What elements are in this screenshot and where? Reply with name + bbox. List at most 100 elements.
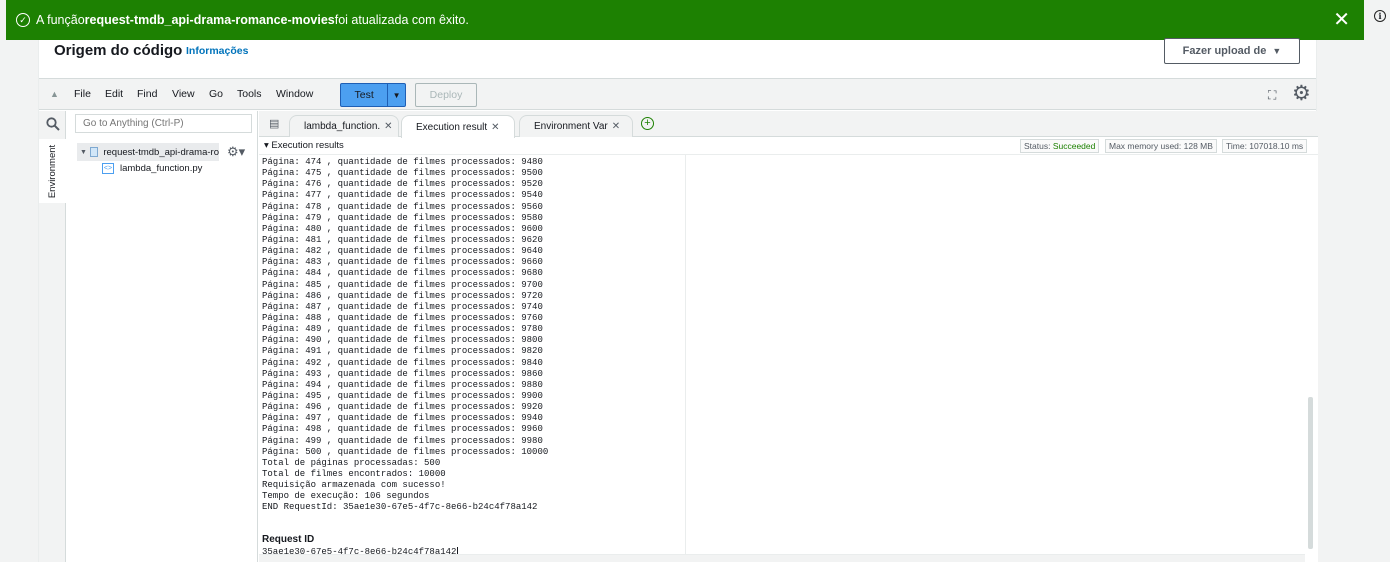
deploy-button[interactable]: Deploy: [415, 83, 477, 107]
log-line: Página: 494 , quantidade de filmes proce…: [262, 379, 543, 390]
log-line: Página: 477 , quantidade de filmes proce…: [262, 190, 543, 201]
log-line: Página: 489 , quantidade de filmes proce…: [262, 324, 543, 335]
code-source-panel: Origem do código Informações Fazer uploa…: [38, 38, 1318, 562]
time-badge: Time: 107018.10 ms: [1222, 139, 1308, 153]
log-line: Página: 483 , quantidade de filmes proce…: [262, 257, 543, 268]
log-line: Página: 488 , quantidade de filmes proce…: [262, 312, 543, 323]
execution-results-toggle[interactable]: ▾ Execution results: [264, 140, 344, 151]
flash-function-name: request-tmdb_api-drama-romance-movies: [84, 13, 335, 27]
folder-name: request-tmdb_api-drama-ro: [103, 146, 219, 158]
request-id-label: Request ID: [262, 534, 315, 545]
go-to-anything-input[interactable]: [75, 114, 252, 133]
horizontal-scrollbar[interactable]: [259, 554, 1305, 562]
log-line: Página: 495 , quantidade de filmes proce…: [262, 390, 543, 401]
fullscreen-icon[interactable]: ⛶: [1268, 88, 1276, 103]
log-line: Total de páginas processadas: 500: [262, 457, 441, 468]
check-circle-icon: ✓: [16, 13, 30, 27]
log-line: Página: 480 , quantidade de filmes proce…: [262, 223, 543, 234]
execution-log-output: Página: 474 , quantidade de filmes proce…: [262, 157, 1302, 512]
log-line: Página: 475 , quantidade de filmes proce…: [262, 168, 543, 179]
close-icon[interactable]: ✕: [1333, 10, 1350, 30]
log-line: Página: 492 , quantidade de filmes proce…: [262, 357, 543, 368]
code-source-header: Origem do código Informações Fazer uploa…: [39, 38, 1316, 78]
editor-area: ▤ lambda_function. ✕ Execution result ✕ En…: [259, 111, 1318, 562]
tab-execution-result[interactable]: Execution result ✕: [401, 115, 515, 138]
log-line: Página: 482 , quantidade de filmes proce…: [262, 246, 543, 257]
menu-tools[interactable]: Tools: [237, 88, 262, 100]
log-line: Página: 486 , quantidade de filmes proce…: [262, 290, 543, 301]
log-line: Página: 491 , quantidade de filmes proce…: [262, 346, 543, 357]
status-label: Status:: [1024, 141, 1053, 151]
search-icon[interactable]: [39, 111, 66, 137]
collapse-triangle-icon[interactable]: ▲: [50, 89, 59, 99]
log-line: Página: 493 , quantidade de filmes proce…: [262, 368, 543, 379]
execution-results-header: ▾ Execution results Status: Succeeded Ma…: [259, 137, 1318, 155]
menu-window[interactable]: Window: [276, 88, 313, 100]
flash-prefix: A função: [36, 13, 85, 27]
log-line: Página: 496 , quantidade de filmes proce…: [262, 402, 543, 413]
log-line: Página: 499 , quantidade de filmes proce…: [262, 435, 543, 446]
status-value: Succeeded: [1052, 141, 1096, 151]
info-icon[interactable]: i: [1374, 10, 1386, 22]
tab-label: lambda_function.: [304, 121, 381, 132]
scrollbar-thumb[interactable]: [1308, 397, 1313, 549]
test-dropdown-icon[interactable]: ▼: [387, 84, 405, 106]
execution-results-label: Execution results: [271, 140, 344, 151]
gear-icon[interactable]: ⚙: [1292, 83, 1311, 105]
tab-environment-variables[interactable]: Environment Var ✕: [519, 115, 633, 137]
log-line: Página: 484 , quantidade de filmes proce…: [262, 268, 543, 279]
caret-down-icon: ▼: [1272, 46, 1282, 56]
close-tab-icon[interactable]: ✕: [491, 122, 499, 133]
tab-list-icon[interactable]: ▤: [269, 117, 279, 130]
status-badge: Status: Succeeded: [1020, 139, 1100, 153]
log-line: Tempo de execução: 106 segundos: [262, 491, 430, 502]
log-line: Página: 479 , quantidade de filmes proce…: [262, 212, 543, 223]
tab-lambda-function[interactable]: lambda_function. ✕: [289, 115, 399, 137]
log-line: Página: 497 , quantidade de filmes proce…: [262, 413, 543, 424]
file-tree: ▼ request-tmdb_api-drama-ro ⚙▾ <> lambda…: [67, 111, 258, 562]
upload-button-label: Fazer upload de: [1182, 45, 1267, 57]
ide-menu-bar: ▲ File Edit Find View Go Tools Window Te…: [39, 78, 1316, 110]
test-button[interactable]: Test ▼: [340, 83, 406, 107]
menu-find[interactable]: Find: [137, 88, 157, 100]
editor-tab-bar: ▤ lambda_function. ✕ Execution result ✕ En…: [259, 111, 1318, 138]
close-tab-icon[interactable]: ✕: [612, 121, 620, 132]
expand-arrow-icon[interactable]: ▼: [80, 149, 87, 156]
menu-go[interactable]: Go: [209, 88, 223, 100]
log-line: Página: 476 , quantidade de filmes proce…: [262, 179, 543, 190]
log-line: Página: 500 , quantidade de filmes proce…: [262, 446, 549, 457]
environment-tab-label: Environment: [47, 144, 58, 198]
environment-strip: Environment: [39, 111, 66, 562]
python-file-icon: <>: [102, 163, 114, 174]
test-button-label: Test: [354, 89, 374, 101]
log-line: Página: 498 , quantidade de filmes proce…: [262, 424, 543, 435]
log-line: Página: 490 , quantidade de filmes proce…: [262, 335, 543, 346]
tree-file[interactable]: <> lambda_function.py: [102, 163, 202, 174]
log-line: Página: 478 , quantidade de filmes proce…: [262, 201, 543, 212]
tree-folder[interactable]: ▼ request-tmdb_api-drama-ro: [77, 143, 219, 161]
log-line: Requisição armazenada com sucesso!: [262, 480, 446, 491]
menu-file[interactable]: File: [74, 88, 91, 100]
info-link[interactable]: Informações: [186, 45, 248, 57]
menu-view[interactable]: View: [172, 88, 195, 100]
flash-suffix: foi atualizada com êxito.: [334, 13, 469, 27]
file-name: lambda_function.py: [120, 163, 203, 174]
success-flash-banner: ✓ A função request-tmdb_api-drama-romanc…: [6, 0, 1364, 40]
tab-label: Execution result: [416, 121, 488, 133]
menu-edit[interactable]: Edit: [105, 88, 123, 100]
log-line: Página: 485 , quantidade de filmes proce…: [262, 279, 543, 290]
log-line: Página: 487 , quantidade de filmes proce…: [262, 301, 543, 312]
close-tab-icon[interactable]: ✕: [384, 121, 392, 132]
log-line: Página: 474 , quantidade de filmes proce…: [262, 157, 543, 167]
memory-badge: Max memory used: 128 MB: [1105, 139, 1217, 153]
environment-tab[interactable]: Environment: [39, 139, 66, 203]
plus-icon[interactable]: +: [641, 117, 654, 130]
page-title: Origem do código: [54, 42, 183, 59]
log-line: Página: 481 , quantidade de filmes proce…: [262, 234, 543, 245]
log-line: END RequestId: 35ae1e30-67e5-4f7c-8e66-b…: [262, 502, 538, 512]
folder-icon: [89, 147, 99, 157]
log-line: Total de filmes encontrados: 10000: [262, 468, 446, 479]
upload-from-button[interactable]: Fazer upload de ▼: [1164, 38, 1300, 64]
tree-settings-gear-icon[interactable]: ⚙▾: [227, 144, 245, 160]
tab-label: Environment Var: [534, 121, 608, 132]
